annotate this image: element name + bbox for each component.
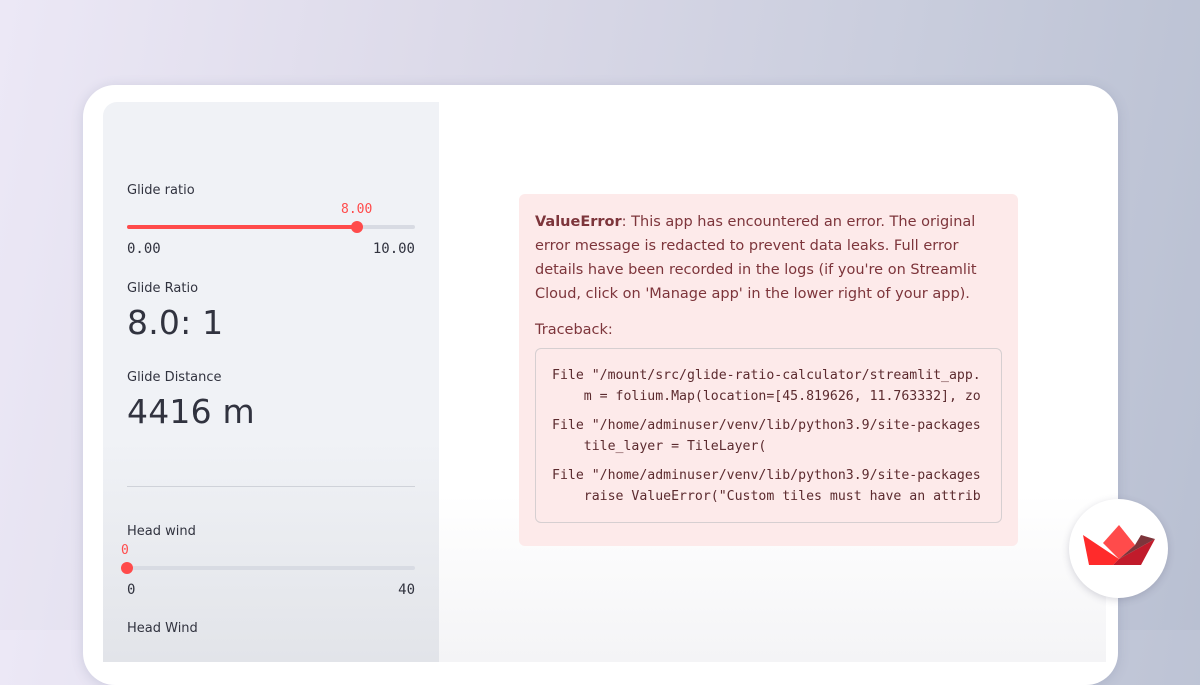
traceback-label: Traceback: <box>535 322 613 338</box>
head-wind-metric-label: Head Wind <box>127 621 198 636</box>
sidebar: Glide ratio 8.00 0.00 10.00 Glide Ratio … <box>103 102 439 662</box>
glide-ratio-slider-label: Glide ratio <box>127 183 195 198</box>
glide-ratio-metric-label: Glide Ratio <box>127 281 199 296</box>
streamlit-badge <box>1069 499 1168 598</box>
head-wind-slider-value: 0 <box>121 543 129 558</box>
glide-ratio-slider-value: 8.00 <box>341 202 373 217</box>
error-callout: ValueError: This app has encountered an … <box>519 194 1018 546</box>
error-type: ValueError <box>535 214 622 230</box>
glide-ratio-slider-max: 10.00 <box>372 241 415 257</box>
head-wind-slider[interactable] <box>121 562 415 574</box>
sidebar-divider <box>127 486 415 487</box>
glide-distance-metric-value: 4416 m <box>127 392 255 431</box>
head-wind-slider-max: 40 <box>398 582 415 598</box>
traceback-line: tile_layer = TileLayer( <box>552 439 767 454</box>
traceback-line: File "/mount/src/glide-ratio-calculator/… <box>552 368 981 383</box>
head-wind-slider-thumb[interactable] <box>121 562 133 574</box>
glide-ratio-metric-value: 8.0: 1 <box>127 303 224 342</box>
glide-ratio-slider-min: 0.00 <box>127 241 161 257</box>
device-frame: Glide ratio 8.00 0.00 10.00 Glide Ratio … <box>83 85 1118 685</box>
traceback-line: File "/home/adminuser/venv/lib/python3.9… <box>552 418 981 433</box>
glide-ratio-slider-fill <box>127 225 358 229</box>
traceback-line: m = folium.Map(location=[45.819626, 11.7… <box>552 389 981 404</box>
glide-distance-metric-label: Glide Distance <box>127 370 222 385</box>
streamlit-logo-icon <box>1083 525 1155 565</box>
traceback-code-block[interactable]: File "/mount/src/glide-ratio-calculator/… <box>535 348 1002 523</box>
glide-ratio-slider-thumb[interactable] <box>351 221 364 233</box>
traceback-line: raise ValueError("Custom tiles must have… <box>552 489 981 504</box>
head-wind-slider-label: Head wind <box>127 524 196 539</box>
traceback-line: File "/home/adminuser/venv/lib/python3.9… <box>552 468 981 483</box>
glide-ratio-slider[interactable] <box>127 221 415 233</box>
app-screen: Glide ratio 8.00 0.00 10.00 Glide Ratio … <box>103 102 1106 662</box>
head-wind-slider-min: 0 <box>127 582 136 598</box>
error-message: ValueError: This app has encountered an … <box>535 210 1002 306</box>
